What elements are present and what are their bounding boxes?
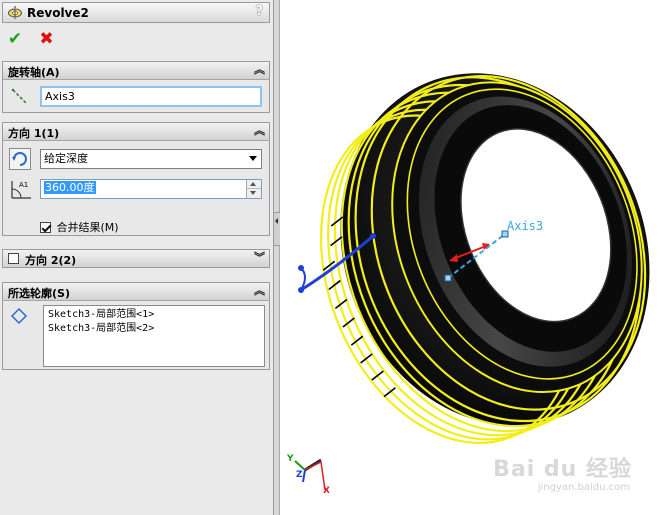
spin-down-icon[interactable] [247, 189, 261, 197]
triad-z-label: Z [296, 470, 303, 480]
end-condition-select[interactable]: 给定深度 [40, 149, 262, 169]
collapse-icon[interactable]: ︽ [254, 123, 265, 139]
triad-y-label: Y [287, 454, 294, 464]
axis-group-label: 旋转轴(A) [8, 66, 60, 79]
ok-cancel-bar: ✔ ✖ [4, 28, 64, 50]
property-manager-panel: Revolve2 ? ✔ ✖ 旋转轴(A) ︽ Axis3 方向 1(1) ︽ [0, 0, 274, 515]
angle-value: 360.00度 [44, 181, 96, 194]
axis-group-header[interactable]: 旋转轴(A) ︽ [3, 62, 269, 80]
watermark-url: jingyan.baidu.com [537, 482, 630, 493]
svg-text:A1: A1 [19, 181, 28, 189]
reverse-direction-icon[interactable] [9, 148, 31, 170]
axis3-label: Axis3 [507, 219, 544, 233]
cancel-button[interactable]: ✖ [36, 28, 58, 50]
list-item[interactable]: Sketch3-局部范围<1> [48, 308, 260, 322]
direction-2-group: 方向 2(2) ︾ [2, 249, 270, 268]
feature-titlebar: Revolve2 ? [2, 2, 270, 23]
axis-selection-field[interactable]: Axis3 [40, 86, 262, 107]
selected-contours-header[interactable]: 所选轮廓(S) ︽ [3, 283, 269, 301]
triad-x-label: X [323, 486, 330, 496]
merge-result-option[interactable]: 合并结果(M) [40, 219, 119, 235]
contour-icon [10, 307, 28, 325]
expand-icon[interactable]: ︾ [254, 250, 265, 266]
collapse-icon[interactable]: ︽ [254, 62, 265, 78]
merge-result-label: 合并结果(M) [56, 221, 119, 234]
axis-line-icon [11, 88, 28, 105]
axis-of-revolution-group: 旋转轴(A) ︽ Axis3 [2, 61, 270, 113]
panel-splitter[interactable] [274, 0, 280, 515]
ok-button[interactable]: ✔ [4, 28, 26, 50]
feature-title: Revolve2 [27, 6, 89, 20]
collapse-icon[interactable]: ︽ [254, 283, 265, 299]
merge-result-checkbox[interactable] [40, 221, 51, 233]
selected-contours-group: 所选轮廓(S) ︽ Sketch3-局部范围<1> Sketch3-局部范围<2… [2, 282, 270, 370]
help-button[interactable]: ? [255, 4, 263, 19]
direction-1-group: 方向 1(1) ︽ 给定深度 A1 360.00度 合并结果(M) [2, 122, 270, 236]
watermark: Bai du 经验 [493, 457, 632, 482]
angle-input[interactable]: 360.00度 [40, 179, 262, 199]
graphics-viewport[interactable]: Axis3 Y Z X Bai du 经验 jingyan.baidu.com [281, 0, 670, 515]
direction-2-header[interactable]: 方向 2(2) ︾ [3, 250, 269, 267]
collapse-panel-handle[interactable] [274, 212, 280, 246]
chevron-left-icon [275, 218, 278, 224]
selected-contours-label: 所选轮廓(S) [8, 287, 70, 300]
contours-list[interactable]: Sketch3-局部范围<1> Sketch3-局部范围<2> [43, 305, 265, 367]
end-condition-value: 给定深度 [44, 152, 88, 165]
chevron-down-icon [249, 156, 257, 161]
direction-1-header[interactable]: 方向 1(1) ︽ [3, 123, 269, 141]
list-item[interactable]: Sketch3-局部范围<2> [48, 322, 260, 336]
spin-up-icon[interactable] [247, 180, 261, 189]
angle-spinner[interactable] [246, 180, 261, 198]
direction-2-checkbox[interactable] [8, 253, 19, 264]
direction-1-label: 方向 1(1) [8, 127, 60, 140]
angle-icon: A1 [11, 181, 31, 199]
revolve-feature-icon [8, 6, 22, 19]
tire-model[interactable] [281, 0, 670, 515]
direction-2-label: 方向 2(2) [25, 254, 77, 267]
